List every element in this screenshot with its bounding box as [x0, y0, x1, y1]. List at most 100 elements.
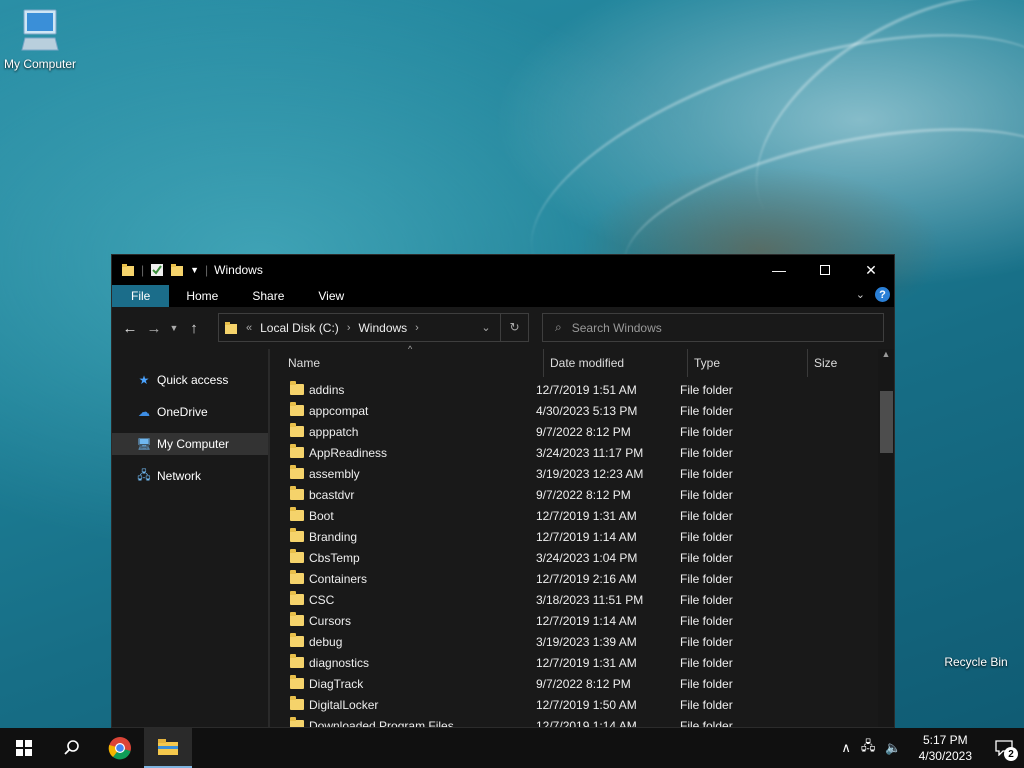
taskbar-chrome[interactable]: [96, 728, 144, 768]
vertical-scrollbar[interactable]: ▲: [878, 349, 894, 727]
search-button[interactable]: [48, 728, 96, 768]
file-name-cell: Branding: [270, 528, 528, 544]
expand-ribbon-icon[interactable]: ⌄: [856, 288, 865, 301]
minimize-button[interactable]: —: [756, 255, 802, 285]
column-header-size[interactable]: Size: [808, 349, 882, 377]
back-button[interactable]: ←: [118, 320, 142, 337]
recent-locations-button[interactable]: ▼: [166, 323, 182, 333]
maximize-button[interactable]: [802, 255, 848, 285]
table-row[interactable]: CSC 3/18/2023 11:51 PM File folder: [270, 589, 878, 610]
file-name-cell: AppReadiness: [270, 444, 528, 460]
folder-icon: [290, 591, 304, 605]
table-row[interactable]: appcompat 4/30/2023 5:13 PM File folder: [270, 400, 878, 421]
navigation-pane: ★ Quick access ☁ OneDrive 🖥 My Computer …: [112, 349, 268, 727]
column-header-date-modified[interactable]: Date modified: [544, 349, 688, 377]
desktop-icon-recycle-bin[interactable]: Recycle Bin: [936, 653, 1016, 669]
breadcrumb-chevron-icon[interactable]: ›: [347, 322, 351, 334]
file-name: diagnostics: [309, 655, 370, 670]
folder-icon: [290, 633, 304, 647]
file-date-modified: 12/7/2019 1:31 AM: [536, 508, 637, 523]
desktop-icon-my-computer[interactable]: My Computer: [0, 8, 80, 71]
scroll-up-icon[interactable]: ▲: [878, 349, 894, 365]
tab-file[interactable]: File: [112, 285, 170, 307]
search-icon: [64, 740, 79, 755]
file-type: File folder: [680, 655, 733, 670]
new-folder-icon[interactable]: [170, 263, 184, 277]
file-type: File folder: [680, 529, 733, 544]
folder-icon: [290, 654, 304, 668]
table-row[interactable]: debug 3/19/2023 1:39 AM File folder: [270, 631, 878, 652]
file-name: apppatch: [309, 424, 359, 439]
file-name: AppReadiness: [309, 445, 388, 460]
address-bar[interactable]: « Local Disk (C:) › Windows › ⌄ ↻: [218, 313, 529, 342]
file-date-modified: 3/19/2023 1:39 AM: [536, 634, 637, 649]
up-button[interactable]: ↑: [182, 320, 206, 337]
table-row[interactable]: addins 12/7/2019 1:51 AM File folder: [270, 379, 878, 400]
star-icon: ★: [138, 373, 150, 387]
breadcrumb-local-disk[interactable]: Local Disk (C:): [260, 321, 339, 335]
breadcrumb-chevron-icon[interactable]: ›: [415, 322, 419, 334]
table-row[interactable]: Downloaded Program Files 12/7/2019 1:14 A…: [270, 715, 878, 727]
network-status-icon[interactable]: 🖧: [856, 737, 881, 759]
taskbar-file-explorer[interactable]: [144, 728, 192, 768]
file-name: Branding: [309, 529, 358, 544]
close-button[interactable]: ✕: [848, 255, 894, 285]
tab-home[interactable]: Home: [169, 285, 235, 307]
table-row[interactable]: Containers 12/7/2019 2:16 AM File folder: [270, 568, 878, 589]
table-row[interactable]: assembly 3/19/2023 12:23 AM File folder: [270, 463, 878, 484]
folder-icon: [290, 612, 304, 626]
nav-item-quick-access[interactable]: ★ Quick access: [112, 369, 268, 391]
breadcrumb-windows[interactable]: Windows: [358, 321, 407, 335]
table-row[interactable]: Branding 12/7/2019 1:14 AM File folder: [270, 526, 878, 547]
tab-share[interactable]: Share: [235, 285, 301, 307]
file-name-cell: addins: [270, 381, 528, 397]
tab-view[interactable]: View: [301, 285, 361, 307]
nav-item-network[interactable]: 🖧 Network: [112, 465, 268, 487]
table-row[interactable]: AppReadiness 3/24/2023 11:17 PM File folde…: [270, 442, 878, 463]
show-hidden-icons-button[interactable]: ∧: [836, 740, 856, 756]
table-row[interactable]: bcastdvr 9/7/2022 8:12 PM File folder: [270, 484, 878, 505]
address-overflow[interactable]: «: [246, 322, 252, 334]
column-header-name[interactable]: Name: [270, 349, 544, 377]
sort-ascending-icon: ^: [408, 344, 413, 354]
scrollbar-thumb[interactable]: [880, 391, 893, 453]
address-history-button[interactable]: ⌄: [472, 321, 500, 334]
file-date-modified: 12/7/2019 1:14 AM: [536, 718, 637, 728]
title-bar[interactable]: | ▼ | Windows — ✕: [112, 255, 894, 285]
file-date-modified: 12/7/2019 1:14 AM: [536, 529, 637, 544]
help-icon[interactable]: ?: [875, 287, 890, 302]
table-row[interactable]: CbsTemp 3/24/2023 1:04 PM File folder: [270, 547, 878, 568]
file-explorer-icon: [158, 739, 178, 755]
minimize-icon: —: [772, 262, 786, 278]
refresh-button[interactable]: ↻: [500, 314, 528, 341]
forward-button[interactable]: →: [142, 320, 166, 337]
search-box[interactable]: ⌕ Search Windows: [542, 313, 884, 342]
table-row[interactable]: apppatch 9/7/2022 8:12 PM File folder: [270, 421, 878, 442]
start-button[interactable]: [0, 728, 48, 768]
table-row[interactable]: diagnostics 12/7/2019 1:31 AM File folder: [270, 652, 878, 673]
file-rows: addins 12/7/2019 1:51 AM File folder appcom…: [270, 379, 878, 727]
folder-icon: [290, 423, 304, 437]
separator: |: [205, 263, 209, 277]
column-header-type[interactable]: Type: [688, 349, 808, 377]
file-name: assembly: [309, 466, 360, 481]
file-name-cell: Cursors: [270, 612, 528, 628]
properties-icon[interactable]: [150, 263, 164, 277]
nav-item-onedrive[interactable]: ☁ OneDrive: [112, 401, 268, 423]
notifications-button[interactable]: 2: [984, 728, 1024, 768]
file-type: File folder: [680, 550, 733, 565]
customize-toolbar-icon[interactable]: ▼: [190, 265, 199, 275]
folder-icon: [290, 402, 304, 416]
file-type: File folder: [680, 487, 733, 502]
clock[interactable]: 5:17 PM 4/30/2023: [907, 732, 984, 764]
file-date-modified: 12/7/2019 1:14 AM: [536, 613, 637, 628]
table-row[interactable]: Boot 12/7/2019 1:31 AM File folder: [270, 505, 878, 526]
file-name: DigitalLocker: [309, 697, 379, 712]
nav-item-my-computer[interactable]: 🖥 My Computer: [112, 433, 268, 455]
table-row[interactable]: Cursors 12/7/2019 1:14 AM File folder: [270, 610, 878, 631]
table-row[interactable]: DiagTrack 9/7/2022 8:12 PM File folder: [270, 673, 878, 694]
volume-icon[interactable]: 🔈: [880, 740, 906, 756]
table-row[interactable]: DigitalLocker 12/7/2019 1:50 AM File folde…: [270, 694, 878, 715]
folder-icon: [290, 507, 304, 521]
computer-icon: 🖥: [136, 437, 152, 451]
